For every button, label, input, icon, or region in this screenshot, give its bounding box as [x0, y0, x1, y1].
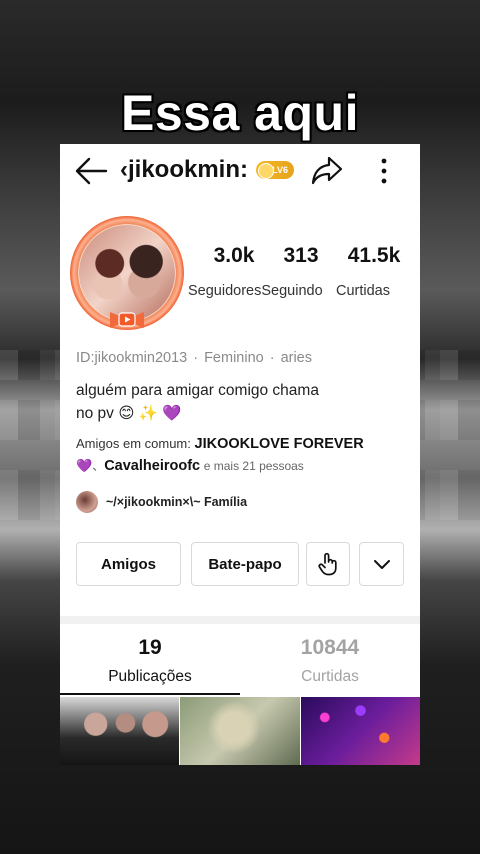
mutual-prefix: Amigos em comum:: [76, 436, 191, 451]
mutual-friend-1: JIKOOKLOVE FOREVER: [194, 436, 364, 452]
top-bar: ‹jikookmin: LV6: [60, 144, 420, 198]
followers-count: 3.0k: [213, 244, 255, 267]
followers-label: Seguidores: [188, 283, 262, 299]
profile-handle: ‹jikookmin:: [120, 156, 249, 183]
stat-following[interactable]: 313: [274, 244, 328, 268]
profile-avatar[interactable]: [70, 216, 184, 330]
following-label: Seguindo: [261, 283, 323, 299]
overlay-caption: Essa aqui: [121, 85, 359, 141]
post-thumbnail[interactable]: [301, 697, 420, 765]
profile-bio: alguém para amigar comigo chama no pv 😊 …: [76, 379, 376, 425]
profile-meta: ID:jikookmin2013 · Feminino · aries: [76, 350, 312, 366]
posts-count: 19: [138, 636, 162, 659]
gender: Feminino: [204, 350, 264, 366]
friends-button[interactable]: Amigos: [76, 542, 181, 586]
section-divider: [60, 616, 420, 624]
chat-button[interactable]: Bate-papo: [191, 542, 299, 586]
zodiac-sign: aries: [280, 350, 312, 366]
profile-card: ‹jikookmin: LV6 3.0k 313 41.5k Seguidore…: [60, 144, 420, 765]
likes-count: 41.5k: [347, 244, 401, 267]
mutual-friend-2: Cavalheiroofc: [104, 458, 201, 474]
expand-button[interactable]: [359, 542, 404, 586]
avatar-photo: [79, 225, 175, 321]
bio-line-1: alguém para amigar comigo chama: [76, 382, 319, 399]
family-row[interactable]: ~/×jikookmin×\~ Família: [76, 490, 247, 514]
live-badge-icon: [110, 312, 144, 328]
share-icon[interactable]: [310, 154, 344, 186]
liked-label: Curtidas: [301, 668, 359, 685]
back-arrow-icon[interactable]: [74, 156, 108, 186]
following-count: 313: [283, 244, 319, 267]
level-badge: LV6: [256, 161, 294, 179]
likes-label: Curtidas: [336, 283, 390, 299]
posts-label: Publicações: [108, 668, 192, 685]
mutual-emoji: 💜: [76, 458, 93, 473]
more-options-icon[interactable]: [378, 156, 390, 186]
family-label: ~/×jikookmin×\~ Família: [106, 495, 248, 509]
post-thumbnail[interactable]: [60, 697, 179, 765]
family-avatar: [76, 491, 98, 513]
bio-line-2: no pv 😊 ✨ 💜: [76, 405, 182, 422]
hand-tap-icon: [318, 552, 337, 576]
tab-posts[interactable]: 19 Publicações: [60, 636, 240, 686]
stat-labels-row: SeguidoresSeguindo Curtidas: [184, 283, 420, 299]
mutual-suffix: e mais 21 pessoas: [203, 459, 304, 473]
stat-followers[interactable]: 3.0k: [196, 244, 272, 268]
poke-button[interactable]: [306, 542, 350, 586]
liked-count: 10844: [300, 636, 360, 659]
tab-likes[interactable]: 10844 Curtidas: [240, 636, 420, 686]
user-id: ID:jikookmin2013: [76, 350, 188, 366]
chevron-down-icon: [373, 560, 390, 569]
mutual-friends[interactable]: Amigos em comum: JIKOOKLOVE FOREVER 💜、Ca…: [76, 433, 406, 477]
post-thumbnail[interactable]: [180, 697, 300, 765]
active-tab-indicator: [60, 693, 240, 695]
stat-likes[interactable]: 41.5k: [334, 244, 414, 268]
